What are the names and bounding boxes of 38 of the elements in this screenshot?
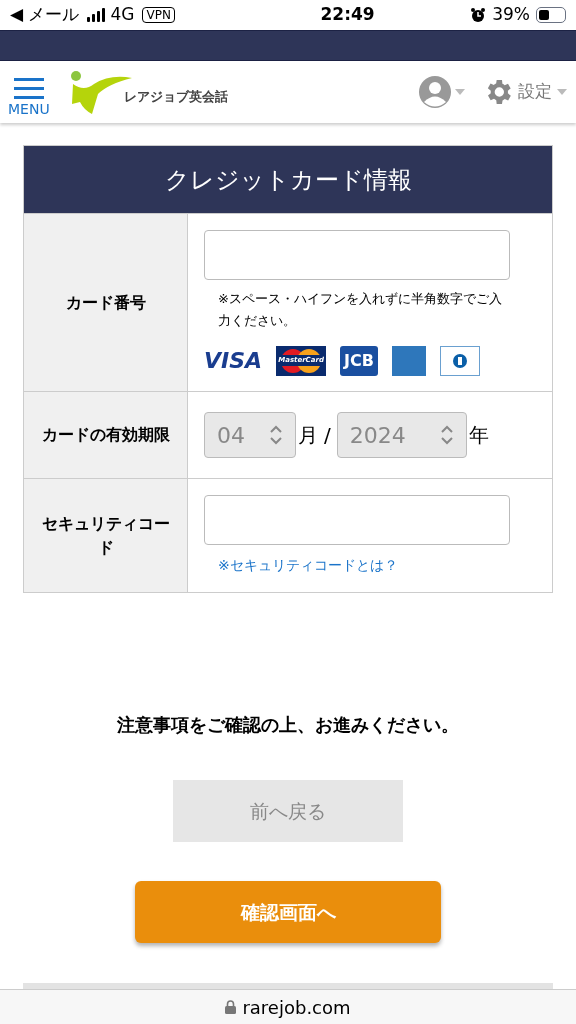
card-number-input[interactable] [204, 230, 510, 280]
user-icon [418, 75, 452, 109]
security-code-input[interactable] [204, 495, 510, 545]
year-select[interactable]: 2024 [336, 412, 467, 458]
back-link[interactable]: ◀ メール [10, 2, 80, 28]
jcb-logo: JCB [340, 345, 378, 376]
clock: 22:49 [319, 3, 375, 27]
menu-icon [13, 77, 44, 101]
month-select[interactable]: 04 [204, 412, 296, 458]
alarm-icon [470, 7, 487, 23]
account-button[interactable] [418, 75, 466, 109]
url-text: rarejob.com [242, 995, 351, 1020]
chevron-updown-icon [269, 424, 283, 446]
caret-icon [556, 88, 568, 96]
visa-logo: VISA [204, 347, 263, 375]
logo-text: レアジョブ英会話 [123, 88, 228, 106]
signal-icon [87, 8, 106, 22]
battery-percent: 39% [492, 3, 530, 27]
field-label: セキュリティコード [24, 479, 188, 592]
vpn-badge: VPN [142, 7, 175, 23]
form-title: クレジットカード情報 [24, 146, 552, 213]
unit-label: 年 [468, 422, 489, 449]
help-link[interactable]: ※セキュリティコードとは？ [204, 555, 536, 576]
input-note: ※スペース・ハイフンを入れずに半角数字でご入力ください。 [217, 290, 503, 330]
chevron-updown-icon [439, 424, 454, 446]
unit-label: 月 [298, 422, 318, 449]
caret-icon [454, 88, 466, 96]
menu-button[interactable]: MENU [8, 77, 50, 117]
settings-button[interactable]: 設定 [482, 76, 568, 108]
notice-text: 注意事項をご確認の上、お進みください。 [116, 713, 460, 737]
confirm-button[interactable]: 確認画面へ [135, 881, 441, 943]
network-label: 4G [110, 3, 135, 27]
battery-icon [536, 7, 566, 23]
diners-logo-icon [440, 345, 480, 376]
field-label: カードの有効期限 [24, 392, 188, 478]
lock-icon [225, 1000, 237, 1014]
field-label: カード番号 [24, 214, 188, 391]
separator-text: / [324, 422, 331, 449]
